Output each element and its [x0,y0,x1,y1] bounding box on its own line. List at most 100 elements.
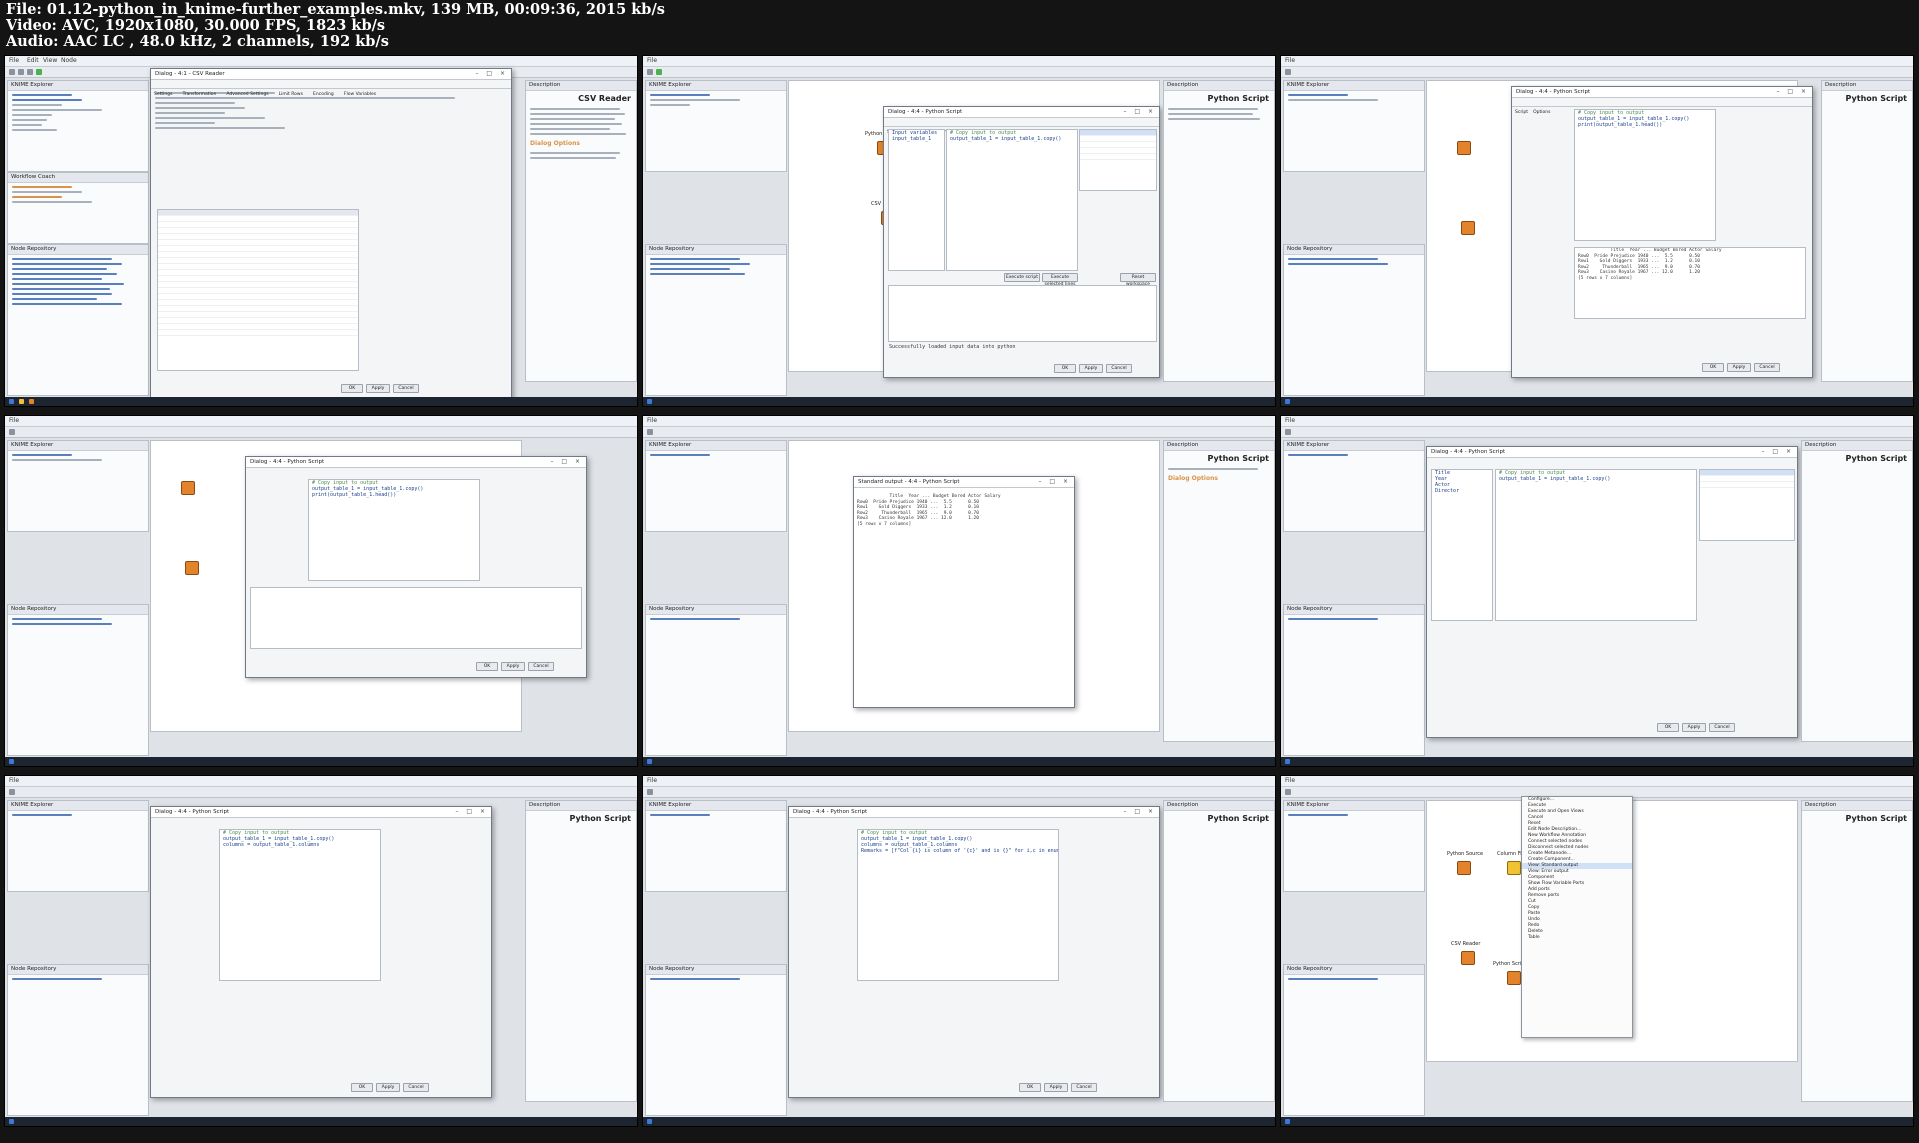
thumbnail-context-menu[interactable]: File KNIME Explorer Node Repository Pyth… [1280,775,1914,1127]
csv-reader-dialog[interactable]: Dialog - 4:1 - CSV Reader – □ × Settings … [150,68,512,400]
window-controls-icon[interactable]: – □ × [1038,477,1071,487]
python-source-node[interactable] [1457,861,1471,875]
apply-button[interactable]: Apply [1044,1083,1068,1092]
menu-node[interactable]: Node [61,57,77,64]
thumbnail-python-dialog-1[interactable]: File KNIME Explorer Node Repository Pyth… [642,55,1276,407]
knime-icon[interactable] [29,399,34,404]
script-editor[interactable]: # Copy input to output output_table_1 = … [1495,469,1697,621]
menu-file[interactable]: File [1285,417,1295,424]
thumbnail-python-dialog-5[interactable]: File KNIME Explorer Node Repository Dial… [4,775,638,1127]
cancel-button[interactable]: Cancel [528,662,554,671]
window-controls-icon[interactable]: – □ × [1776,87,1809,97]
script-editor[interactable]: # Copy input to output output_table_1 = … [946,129,1078,271]
menu-file[interactable]: File [647,777,657,784]
cancel-button[interactable]: Cancel [403,1083,429,1092]
ok-button[interactable]: OK [1054,364,1076,373]
thumbnail-python-dialog-3[interactable]: File KNIME Explorer Node Repository Dial… [4,415,638,767]
save-icon[interactable] [9,69,15,75]
cancel-button[interactable]: Cancel [1754,363,1780,372]
node-context-menu[interactable]: Configure... Execute Execute and Open Vi… [1521,796,1633,1038]
tab-script[interactable]: Script [1515,109,1528,117]
folder-icon[interactable] [19,399,24,404]
workspace-variables-table[interactable] [1079,129,1157,191]
context-item[interactable]: Table [1522,935,1632,941]
script-editor[interactable]: # Copy input to output output_table_1 = … [857,829,1059,981]
ok-button[interactable]: OK [351,1083,373,1092]
save-icon[interactable] [1285,789,1291,795]
execute-script-button[interactable]: Execute script [1004,273,1040,282]
menu-view[interactable]: View [43,57,57,64]
start-icon[interactable] [647,759,652,764]
start-icon[interactable] [9,759,14,764]
save-icon[interactable] [1285,69,1291,75]
column-item[interactable]: Director [1432,488,1492,494]
window-controls-icon[interactable]: – □ × [550,457,583,467]
python-source-node[interactable] [1457,141,1471,155]
save-icon[interactable] [647,69,653,75]
apply-button[interactable]: Apply [1682,723,1706,732]
window-controls-icon[interactable]: – □ × [1761,447,1794,457]
window-controls-icon[interactable]: – □ × [1123,807,1156,817]
execute-icon[interactable] [36,69,42,75]
execute-icon[interactable] [656,69,662,75]
save-icon[interactable] [1285,429,1291,435]
tab-transformation[interactable]: Transformation [183,91,217,99]
ok-button[interactable]: OK [1019,1083,1041,1092]
workspace-variables-table[interactable] [1699,469,1795,541]
input-variables-list[interactable]: Title Year Actor Director [1431,469,1493,621]
thumbnail-python-dialog-6[interactable]: File KNIME Explorer Node Repository Dial… [642,775,1276,1127]
ok-button[interactable]: OK [476,662,498,671]
apply-button[interactable]: Apply [1727,363,1751,372]
python-script-dialog[interactable]: Dialog - 4:4 - Python Script – □ × # Copy… [245,456,587,678]
csv-reader-node[interactable] [1461,951,1475,965]
start-icon[interactable] [9,399,14,404]
tab-advanced-settings[interactable]: Advanced Settings [226,91,268,99]
start-icon[interactable] [647,1119,652,1124]
script-editor[interactable]: # Copy input to output output_table_1 = … [219,829,381,981]
tab-encoding[interactable]: Encoding [313,91,334,99]
column-filter-node[interactable] [1507,861,1521,875]
window-controls-icon[interactable]: – □ × [1123,107,1156,117]
tab-settings[interactable]: Settings [154,91,172,99]
thumbnail-standard-output[interactable]: File KNIME Explorer Node Repository Stan… [642,415,1276,767]
menu-file[interactable]: File [1285,777,1295,784]
python-script-dialog[interactable]: Dialog - 4:4 - Python Script – □ × # Copy… [150,806,492,1098]
python-script-dialog[interactable]: Dialog - 4:4 - Python Script – □ × Script… [1511,86,1813,378]
python-source-node[interactable] [181,481,195,495]
ok-button[interactable]: OK [341,384,363,393]
menu-file[interactable]: File [647,417,657,424]
thumbnail-python-dialog-4[interactable]: File KNIME Explorer Node Repository Dial… [1280,415,1914,767]
menu-file[interactable]: File [9,777,19,784]
preview-table[interactable] [157,209,359,371]
start-icon[interactable] [1285,399,1290,404]
input-variables-list[interactable]: Input variables input_table_1 [888,129,945,271]
start-icon[interactable] [9,1119,14,1124]
menu-edit[interactable]: Edit [27,57,39,64]
apply-button[interactable]: Apply [366,384,390,393]
save-icon[interactable] [9,789,15,795]
thumbnail-csv-reader[interactable]: File Edit View Node KNIME Explorer Workf… [4,55,638,407]
menu-file[interactable]: File [9,57,19,64]
apply-button[interactable]: Apply [1079,364,1103,373]
menu-file[interactable]: File [9,417,19,424]
save-icon[interactable] [647,429,653,435]
csv-reader-node[interactable] [185,561,199,575]
menu-file[interactable]: File [1285,57,1295,64]
save-icon[interactable] [647,789,653,795]
ok-button[interactable]: OK [1657,723,1679,732]
cancel-button[interactable]: Cancel [1709,723,1735,732]
ok-button[interactable]: OK [1702,363,1724,372]
python-script-node[interactable] [1507,971,1521,985]
window-controls-icon[interactable]: – □ × [475,69,508,79]
standard-output-window[interactable]: Standard output - 4:4 - Python Script – □… [853,476,1075,708]
tab-flow-variables[interactable]: Flow Variables [344,91,376,99]
python-script-dialog[interactable]: Dialog - 4:4 - Python Script – □ × Title … [1426,446,1798,738]
window-controls-icon[interactable]: – □ × [455,807,488,817]
tab-options[interactable]: Options [1533,109,1550,117]
menu-file[interactable]: File [647,57,657,64]
input-table-item[interactable]: input_table_1 [889,136,944,142]
undo-icon[interactable] [18,69,24,75]
csv-reader-node[interactable] [1461,221,1475,235]
tab-limit-rows[interactable]: Limit Rows [279,91,303,99]
cancel-button[interactable]: Cancel [1071,1083,1097,1092]
